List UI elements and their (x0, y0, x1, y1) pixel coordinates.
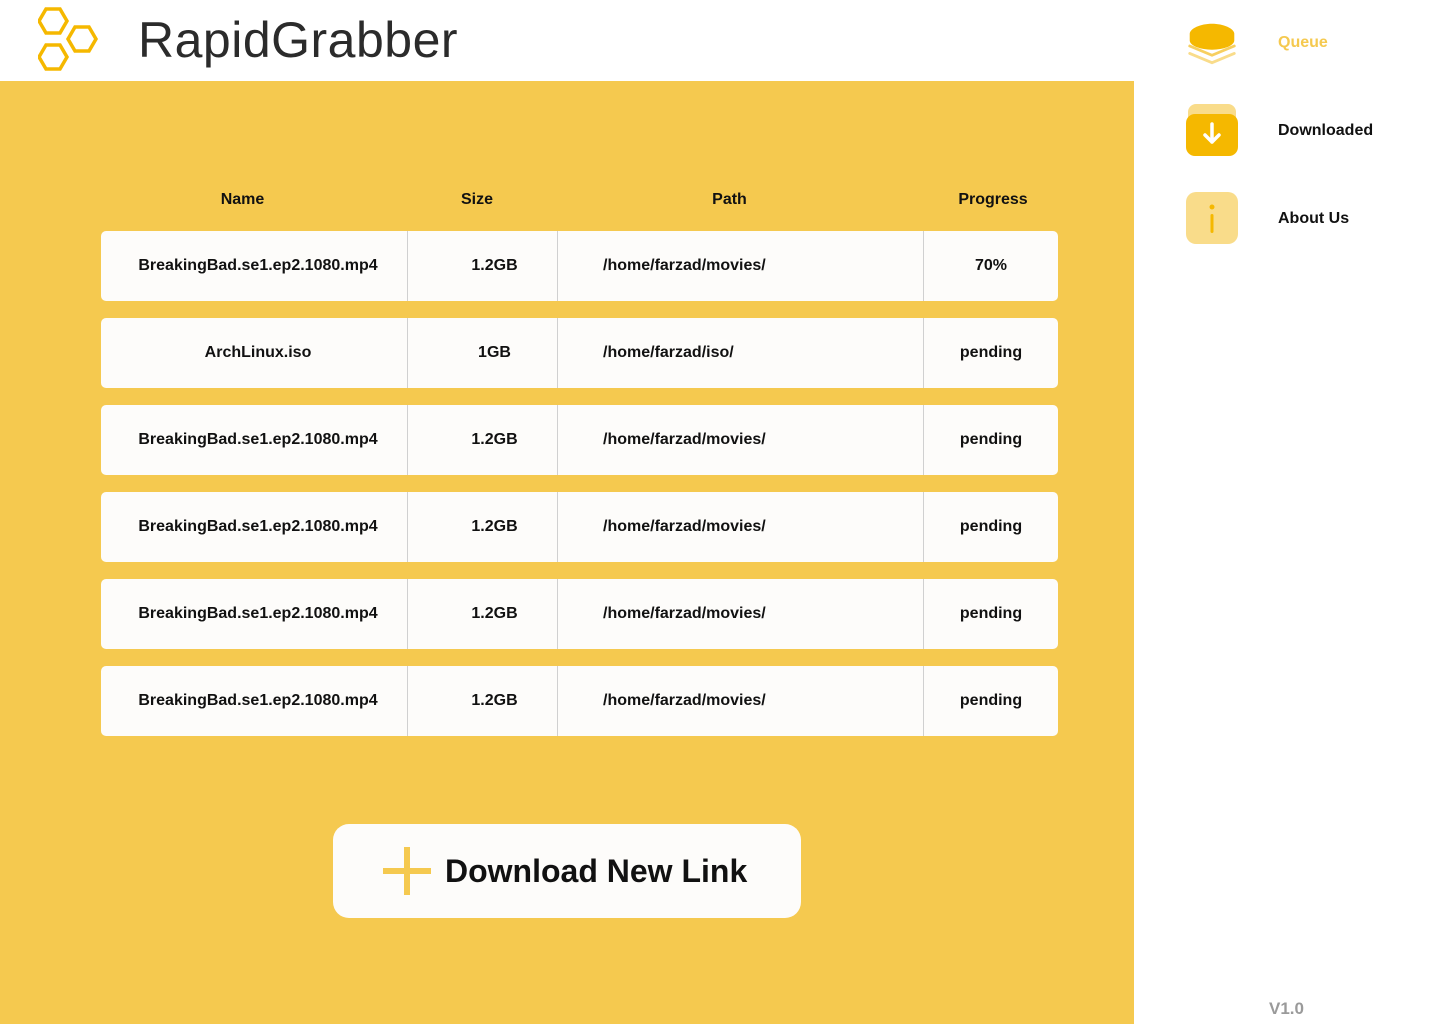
file-name: BreakingBad.se1.ep2.1080.mp4 (138, 692, 378, 709)
table-header: Name Size Path Progress (101, 191, 1058, 215)
plus-icon (383, 847, 431, 895)
file-size: 1.2GB (407, 405, 557, 475)
table-row[interactable]: BreakingBad.se1.ep2.1080.mp4 1.2GB /home… (101, 405, 1058, 475)
table-row[interactable]: BreakingBad.se1.ep2.1080.mp4 1.2GB /home… (101, 666, 1058, 736)
file-name: BreakingBad.se1.ep2.1080.mp4 (138, 257, 378, 274)
file-name: BreakingBad.se1.ep2.1080.mp4 (138, 605, 378, 622)
sidebar-nav: Queue Downloaded About Us V1.0 (1134, 0, 1440, 1024)
sidebar-item-label: Queue (1278, 34, 1328, 51)
sidebar-item-label: About Us (1278, 210, 1350, 227)
file-path: /home/farzad/movies/ (557, 579, 923, 649)
sidebar-item-label: Downloaded (1278, 122, 1374, 139)
download-new-link-button[interactable]: Download New Link (333, 824, 801, 918)
download-new-link-label: Download New Link (445, 853, 748, 889)
app-title: RapidGrabber (138, 12, 459, 68)
download-progress: pending (923, 492, 1058, 562)
download-progress: pending (923, 405, 1058, 475)
column-header-size[interactable]: Size (407, 191, 547, 209)
file-path: /home/farzad/iso/ (557, 318, 923, 388)
download-progress: pending (923, 318, 1058, 388)
table-row[interactable]: ArchLinux.iso 1GB /home/farzad/iso/ pend… (101, 318, 1058, 388)
sidebar-item-about-us[interactable]: About Us (1134, 192, 1440, 252)
queue-panel: Name Size Path Progress BreakingBad.se1.… (0, 81, 1134, 1024)
app-header: RapidGrabber (0, 0, 1134, 81)
honeycomb-logo-icon (38, 7, 99, 71)
table-row[interactable]: BreakingBad.se1.ep2.1080.mp4 1.2GB /home… (101, 579, 1058, 649)
file-path: /home/farzad/movies/ (557, 405, 923, 475)
file-path: /home/farzad/movies/ (557, 492, 923, 562)
info-icon (1186, 192, 1238, 244)
column-header-name[interactable]: Name (101, 191, 384, 209)
file-size: 1GB (407, 318, 557, 388)
sidebar-item-queue[interactable]: Queue (1134, 18, 1440, 78)
table-row[interactable]: BreakingBad.se1.ep2.1080.mp4 1.2GB /home… (101, 492, 1058, 562)
file-path: /home/farzad/movies/ (557, 666, 923, 736)
file-name: ArchLinux.iso (204, 344, 312, 361)
file-size: 1.2GB (407, 492, 557, 562)
download-progress: 70% (923, 231, 1058, 301)
file-size: 1.2GB (407, 579, 557, 649)
app-version: V1.0 (1269, 999, 1304, 1018)
column-header-progress[interactable]: Progress (923, 191, 1063, 209)
download-progress: pending (923, 579, 1058, 649)
download-arrow-icon (1186, 104, 1238, 156)
file-name: BreakingBad.se1.ep2.1080.mp4 (138, 518, 378, 535)
stack-icon (1188, 23, 1236, 65)
column-header-path[interactable]: Path (557, 191, 902, 209)
file-size: 1.2GB (407, 231, 557, 301)
file-path: /home/farzad/movies/ (557, 231, 923, 301)
file-name: BreakingBad.se1.ep2.1080.mp4 (138, 431, 378, 448)
file-size: 1.2GB (407, 666, 557, 736)
download-progress: pending (923, 666, 1058, 736)
download-list: BreakingBad.se1.ep2.1080.mp4 1.2GB /home… (101, 231, 1058, 753)
table-row[interactable]: BreakingBad.se1.ep2.1080.mp4 1.2GB /home… (101, 231, 1058, 301)
sidebar-item-downloaded[interactable]: Downloaded (1134, 104, 1440, 164)
